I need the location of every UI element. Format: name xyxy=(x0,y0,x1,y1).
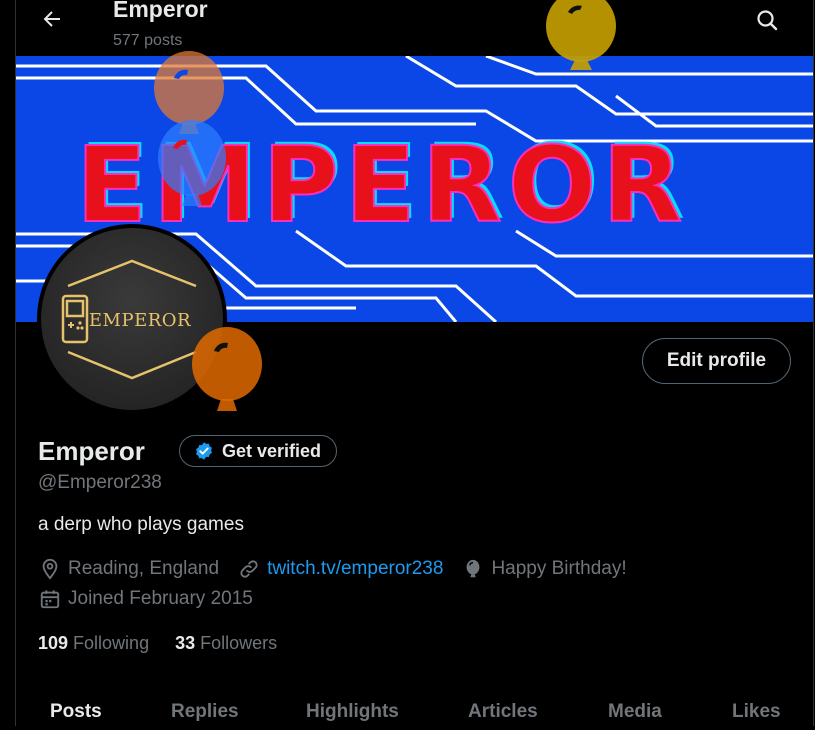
balloon-icon xyxy=(461,557,485,581)
balloon-icon xyxy=(158,120,226,206)
birthday-text: Happy Birthday! xyxy=(491,558,627,579)
profile-meta-row: Reading, England twitch.tv/emperor238 Ha… xyxy=(38,557,645,581)
following-link[interactable]: 109 Following xyxy=(38,633,149,654)
get-verified-button[interactable]: Get verified xyxy=(179,435,338,467)
joined-text: Joined February 2015 xyxy=(68,588,253,609)
search-button[interactable] xyxy=(753,6,781,34)
location-pin-icon xyxy=(38,557,62,581)
arrow-left-icon xyxy=(43,11,60,27)
get-verified-label: Get verified xyxy=(222,440,322,461)
followers-link[interactable]: 33 Followers xyxy=(175,633,277,654)
tab-media[interactable]: Media xyxy=(608,701,662,723)
balloon-icon xyxy=(546,0,616,70)
right-divider xyxy=(813,0,814,726)
tab-replies[interactable]: Replies xyxy=(171,701,239,723)
following-label: Following xyxy=(73,633,150,653)
followers-label: Followers xyxy=(200,633,278,653)
page-title: Emperor xyxy=(113,0,208,22)
tab-posts[interactable]: Posts xyxy=(50,701,102,723)
verified-badge-icon xyxy=(196,442,212,460)
website-link[interactable]: twitch.tv/emperor238 xyxy=(267,558,443,580)
birthday: Happy Birthday! xyxy=(461,557,627,581)
following-count: 109 xyxy=(38,633,69,653)
tab-highlights[interactable]: Highlights xyxy=(306,701,399,723)
profile-tabs: Posts Replies Highlights Articles Media … xyxy=(16,690,813,730)
search-icon xyxy=(757,10,778,31)
handle: @Emperor238 xyxy=(38,472,162,493)
back-button[interactable] xyxy=(38,5,66,33)
followers-count: 33 xyxy=(175,633,196,653)
joined-row: Joined February 2015 xyxy=(38,587,271,611)
balloon-icon xyxy=(192,327,262,411)
tab-articles[interactable]: Articles xyxy=(468,701,538,723)
bio: a derp who plays games xyxy=(38,514,244,535)
top-header: Emperor 577 posts xyxy=(16,0,813,56)
location: Reading, England xyxy=(38,557,219,581)
edit-profile-button[interactable]: Edit profile xyxy=(642,338,791,384)
joined: Joined February 2015 xyxy=(38,587,253,611)
location-text: Reading, England xyxy=(68,558,220,579)
follow-stats: 109 Following 33 Followers xyxy=(38,633,303,654)
calendar-icon xyxy=(38,587,62,611)
website: twitch.tv/emperor238 xyxy=(237,557,443,581)
posts-count: 577 posts xyxy=(113,32,183,49)
tab-likes[interactable]: Likes xyxy=(732,701,781,723)
link-icon xyxy=(237,557,261,581)
display-name: Emperor xyxy=(38,436,145,466)
